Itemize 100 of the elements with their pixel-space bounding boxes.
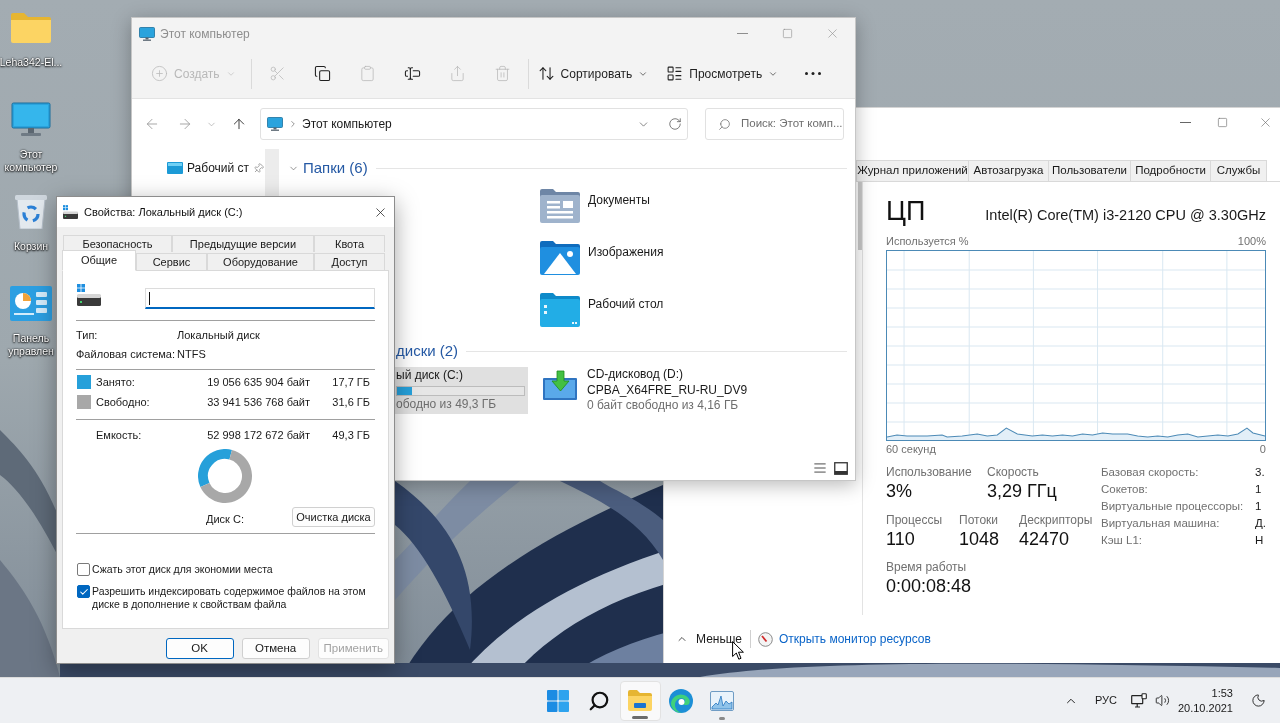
- documents-folder-icon: [540, 189, 580, 223]
- tab[interactable]: Оборудование: [207, 253, 314, 270]
- scrollbar[interactable]: [858, 182, 862, 250]
- checkbox-label: Сжать этот диск для экономии места: [92, 563, 274, 576]
- recycle-bin-icon[interactable]: [14, 193, 48, 229]
- search-icon: [588, 689, 610, 712]
- tab[interactable]: Службы: [1210, 160, 1267, 181]
- monitor-icon: [267, 117, 283, 131]
- stat-label: Процессы: [886, 513, 943, 527]
- details-view-icon[interactable]: [813, 461, 827, 475]
- field-label: Занято:: [96, 374, 136, 390]
- windows-logo-icon: [547, 689, 569, 712]
- field-label: Файловая система:: [76, 347, 177, 363]
- speaker-icon[interactable]: [1154, 693, 1170, 708]
- drive-item[interactable]: CD-дисковод (D:) CPBA_X64FRE_RU-RU_DV9 0 байт свободно из 4,16 ГБ: [542, 367, 748, 414]
- refresh-icon[interactable]: [668, 117, 682, 131]
- folder-item[interactable]: Изображения: [540, 241, 664, 275]
- field-label: Тип:: [76, 328, 99, 344]
- stat-label: Дескрипторы: [1019, 513, 1093, 527]
- gauge-icon: [758, 631, 773, 647]
- drive-item[interactable]: ый диск (C:) ободно из 49,3 ГБ: [394, 367, 528, 414]
- detail-label: Виртуальная машина:: [1101, 515, 1221, 531]
- resource-monitor-link[interactable]: Открыть монитор ресурсов: [779, 630, 931, 648]
- tab[interactable]: Сервис: [136, 253, 207, 270]
- field-value: 19 056 635 904 байт: [206, 374, 310, 390]
- dialog-button[interactable]: OK: [165, 638, 234, 659]
- clock[interactable]: 1:53 20.10.2021: [1177, 685, 1233, 716]
- tab[interactable]: Подробности: [1130, 160, 1211, 181]
- stat-value: 42470: [1019, 528, 1071, 551]
- field-value: 52 998 172 672 байт: [206, 427, 310, 443]
- detail-value: Н: [1255, 532, 1264, 548]
- address-bar[interactable]: Этот компьютер: [260, 108, 688, 140]
- checkbox-label: Разрешить индексировать содержимое файлов на этом диске в дополнение к свойствам файла: [92, 585, 367, 611]
- tab[interactable]: Автозагрузка: [968, 160, 1049, 181]
- group-header[interactable]: диски (2): [396, 339, 459, 363]
- breadcrumb-item[interactable]: Этот компьютер: [302, 115, 392, 133]
- desktop-icon: [167, 162, 183, 174]
- drive-icon: [63, 205, 78, 219]
- tiles-view-icon[interactable]: [834, 461, 848, 475]
- stat-value: 3,29 ГГц: [987, 480, 1057, 503]
- panel-title: ЦП: [886, 196, 926, 226]
- minimize-icon: [737, 33, 748, 34]
- field-value: Локальный диск: [177, 328, 260, 344]
- stat-label: Скорость: [987, 465, 1040, 479]
- taskbar-app-button[interactable]: [619, 680, 661, 721]
- disk-cleanup-button[interactable]: Очистка диска: [292, 507, 375, 527]
- detail-value: 1: [1255, 481, 1262, 497]
- stat-label: Время работы: [886, 560, 968, 574]
- detail-label: Кэш L1:: [1101, 532, 1143, 548]
- moon-icon[interactable]: [1251, 693, 1266, 708]
- stat-value: 0:00:08:48: [886, 575, 973, 598]
- tab[interactable]: Предыдущие версии: [172, 235, 314, 252]
- control-panel-icon[interactable]: [10, 285, 52, 321]
- sidebar-item[interactable]: Рабочий ст: [160, 157, 265, 179]
- tab[interactable]: Общие: [62, 250, 136, 271]
- view-button[interactable]: Просмотреть: [660, 56, 785, 91]
- tab[interactable]: Безопасность: [63, 235, 172, 252]
- desktop-icon-label: Панель управлен: [7, 332, 55, 358]
- axis-label: 100%: [1237, 235, 1266, 248]
- search-icon: [718, 117, 731, 131]
- group-header[interactable]: Папки (6): [288, 156, 368, 180]
- checkbox[interactable]: [77, 563, 90, 576]
- maximize-icon: [782, 28, 793, 39]
- tab[interactable]: Пользователи: [1048, 160, 1131, 181]
- activity-graph-icon: [710, 690, 734, 711]
- tab[interactable]: Доступ: [314, 253, 385, 270]
- field-value: 33 941 536 768 байт: [206, 394, 310, 410]
- processor-name: Intel(R) Core(TM) i3-2120 CPU @ 3.30GHz: [985, 206, 1266, 224]
- maximize-icon: [1216, 116, 1228, 128]
- folder-item[interactable]: Документы: [540, 189, 650, 223]
- search-field[interactable]: Поиск: Этот комп...: [705, 108, 844, 140]
- field-value: 17,7 ГБ: [331, 374, 370, 390]
- tab[interactable]: Квота: [314, 235, 385, 252]
- stat-label: Потоки: [959, 513, 1000, 527]
- scrollbar[interactable]: [265, 149, 279, 197]
- fewer-details-button[interactable]: Меньше: [676, 630, 742, 648]
- name-input-field[interactable]: [145, 288, 375, 309]
- stat-value: 3%: [886, 480, 913, 503]
- folder-item[interactable]: Рабочий стол: [540, 293, 664, 327]
- checkbox[interactable]: [77, 585, 90, 598]
- stat-value: 110: [886, 528, 916, 551]
- dialog-button[interactable]: Отмена: [241, 638, 310, 659]
- monitor-icon[interactable]: [11, 102, 51, 136]
- field-label: Емкость:: [96, 427, 143, 443]
- mouse-pointer-icon: [732, 641, 744, 660]
- tab[interactable]: Журнал приложений: [856, 160, 969, 181]
- field-value: 49,3 ГБ: [331, 427, 370, 443]
- desktop-icon-label: Leha342-El...: [0, 56, 63, 69]
- detail-label: Виртуальные процессоры:: [1101, 498, 1245, 514]
- detail-value: 1: [1255, 498, 1262, 514]
- pictures-folder-icon: [540, 241, 580, 275]
- axis-label: 0: [1259, 443, 1266, 456]
- input-language-indicator[interactable]: РУС: [1094, 692, 1117, 709]
- desktop-folder-icon: [540, 293, 580, 327]
- sort-button[interactable]: Сортировать: [531, 56, 655, 91]
- chevron-right-icon: [288, 119, 298, 129]
- network-icon[interactable]: [1130, 692, 1147, 709]
- dialog-title: Свойства: Локальный диск (C:): [84, 204, 243, 220]
- folder-icon[interactable]: [11, 11, 51, 43]
- close-icon: [825, 26, 840, 41]
